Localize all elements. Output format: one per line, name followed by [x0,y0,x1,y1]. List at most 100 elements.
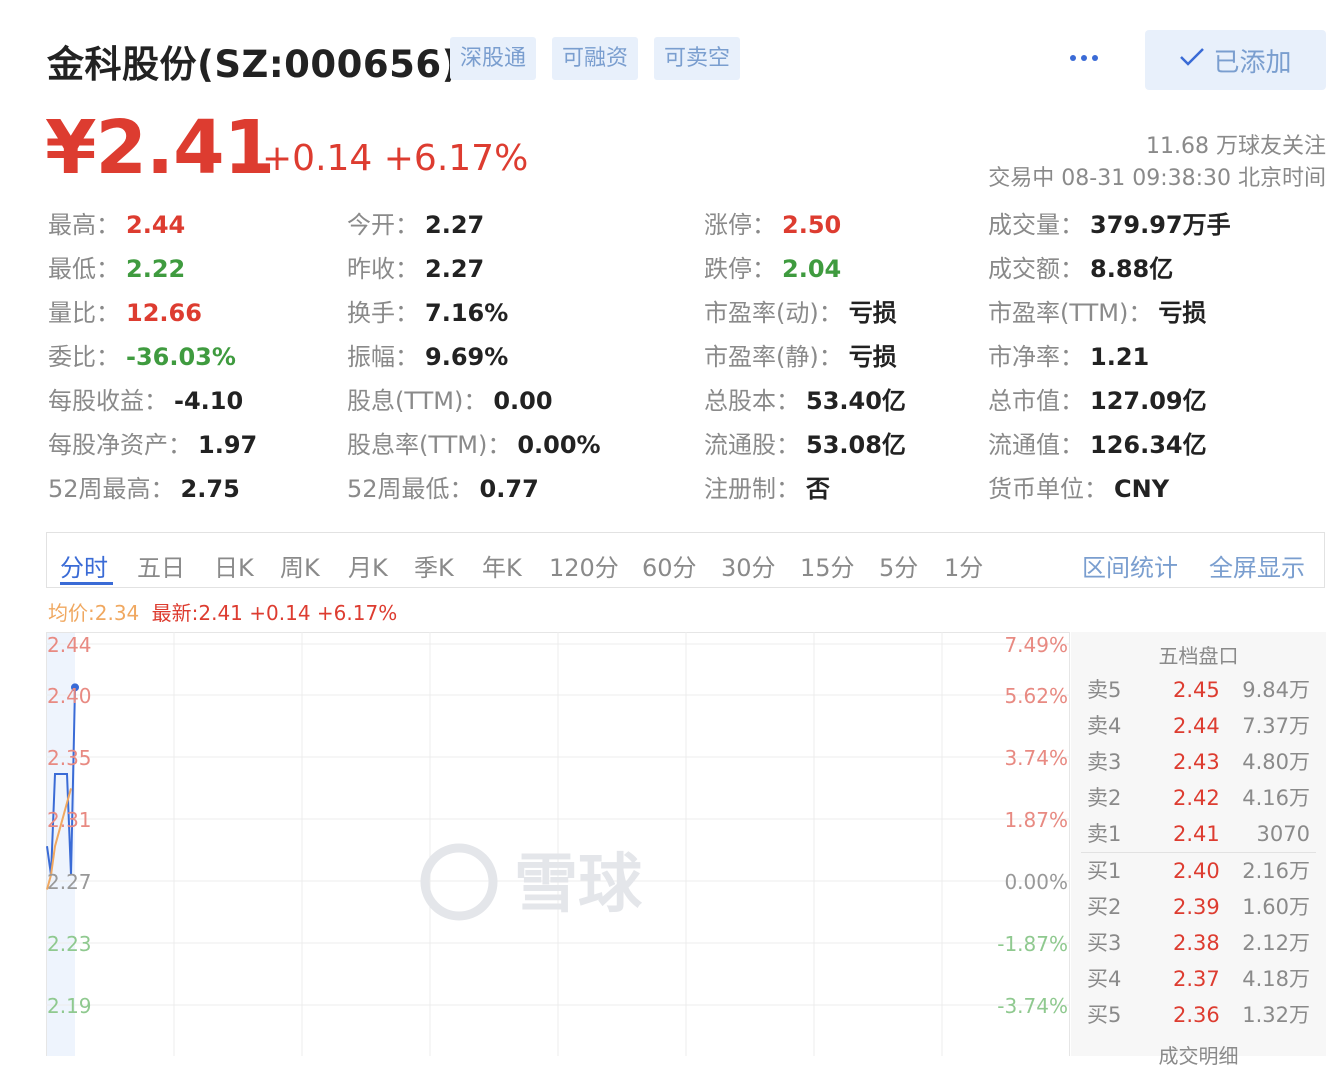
stat-label: 流通股 [704,431,776,459]
stat-separator: ： [395,343,419,371]
stat-separator: ： [818,343,843,371]
orderbook-volume: 2.16万 [1242,859,1310,883]
orderbook-level: 卖5 [1087,678,1122,702]
tab-10[interactable]: 15分 [800,548,855,583]
y-tick-left: 2.35 [47,746,92,770]
tab-7[interactable]: 120分 [549,548,619,583]
fullscreen-link[interactable]: 全屏显示 [1209,548,1305,583]
stat-separator: ： [776,387,800,415]
orderbook-price: 2.36 [1173,1003,1220,1027]
orderbook-level: 买5 [1087,1003,1122,1027]
stat-label: 52周最高 [48,475,151,503]
stat-label: 市盈率(动) [704,299,819,327]
orderbook-volume: 1.32万 [1242,1003,1310,1027]
stat-value: -36.03% [126,343,236,371]
stat-separator: ： [1060,255,1084,283]
y-tick-left: 2.27 [47,870,92,894]
stat-value: 亏损 [848,343,897,371]
stat-item: 总市值： 127.09亿 [988,384,1207,418]
stat-value: 亏损 [848,299,897,327]
orderbook-row: 买4 2.37 4.18万 [1071,961,1326,997]
tab-12[interactable]: 1分 [944,548,983,583]
orderbook-level: 买2 [1087,895,1122,919]
tab-0[interactable]: 分时 [60,548,108,583]
followers-count: 11.68 万球友关注 [1146,134,1326,159]
orderbook-volume: 4.80万 [1242,750,1310,774]
orderbook-level: 卖2 [1087,786,1122,810]
orderbook-row: 买1 2.40 2.16万 [1071,853,1326,889]
stat-item: 注册制：否 [704,472,830,506]
stat-value: 2.75 [180,475,240,503]
stat-label: 每股净资产 [48,431,168,459]
stat-item: 跌停： 2.04 [704,252,841,286]
y-tick-right: 0.00% [1004,870,1068,894]
stat-item: 市净率： 1.21 [988,340,1149,374]
stat-item: 流通值： 126.34亿 [988,428,1207,462]
y-tick-left: 2.31 [47,808,92,832]
tab-4[interactable]: 月K [348,548,388,583]
tab-1[interactable]: 五日 [137,548,185,583]
tab-8[interactable]: 60分 [642,548,697,583]
stat-item: 成交量： 379.97万手 [988,208,1231,242]
y-tick-left: 2.19 [47,994,92,1018]
stat-item: 股息(TTM)： 0.00 [347,384,553,418]
stat-separator: ： [96,343,120,371]
stat-item: 市盈率(静)： 亏损 [704,340,897,374]
orderbook-volume: 4.16万 [1242,786,1310,810]
stat-value: 126.34亿 [1090,431,1207,459]
orderbook-price: 2.45 [1173,678,1220,702]
stat-item: 每股净资产： 1.97 [48,428,257,462]
stat-value: 2.27 [425,255,485,283]
stat-item: 股息率(TTM)： 0.00% [347,428,601,462]
stat-separator: ： [395,299,419,327]
stat-label: 委比 [48,343,96,371]
stat-label: 总市值 [988,387,1060,415]
trade-details-link[interactable]: 成交明细 [1071,1040,1326,1069]
chart-legend: 均价:2.34 最新:2.41 +0.14 +6.17% [48,597,397,626]
stat-item: 最低： 2.22 [48,252,185,286]
orderbook-volume: 9.84万 [1242,678,1310,702]
tab-5[interactable]: 季K [414,548,454,583]
stat-separator: ： [96,255,120,283]
stat-label: 成交额 [988,255,1060,283]
orderbook-level: 卖1 [1087,822,1122,846]
stat-value: 8.88亿 [1090,255,1174,283]
added-button[interactable]: 已添加 [1145,30,1326,90]
watermark-text: 雪球 [514,848,643,922]
stat-label: 股息率(TTM) [347,431,488,459]
tag-margin[interactable]: 可融资 [552,37,639,80]
stat-value: 0.77 [479,475,539,503]
stat-separator: ： [776,475,800,503]
tab-2[interactable]: 日K [214,548,254,583]
stat-separator: ： [96,299,120,327]
more-dots-icon[interactable] [1066,40,1102,76]
stat-label: 52周最低 [347,475,450,503]
stat-separator: ： [1128,299,1153,327]
orderbook-price: 2.37 [1173,967,1220,991]
stat-value: 2.50 [782,211,842,239]
stat-label: 最高 [48,211,96,239]
y-tick-left: 2.44 [47,633,92,657]
tab-9[interactable]: 30分 [721,548,776,583]
tab-11[interactable]: 5分 [879,548,918,583]
stat-value: 9.69% [425,343,509,371]
stat-separator: ： [752,211,776,239]
stat-separator: ： [1060,343,1084,371]
stat-separator: ： [776,431,800,459]
stat-value: 379.97万手 [1090,211,1231,239]
tab-3[interactable]: 周K [280,548,320,583]
orderbook-price: 2.41 [1173,822,1220,846]
tag-shenguotong[interactable]: 深股通 [450,37,537,80]
range-stats-link[interactable]: 区间统计 [1082,548,1178,583]
stat-label: 总股本 [704,387,776,415]
added-label: 已添加 [1213,47,1292,78]
stat-item: 委比： -36.03% [48,340,236,374]
stat-separator: ： [1060,387,1084,415]
stat-value: CNY [1114,475,1170,503]
y-tick-right: -3.74% [997,994,1068,1018]
tag-short-sell[interactable]: 可卖空 [654,37,741,80]
stat-value: 2.04 [782,255,842,283]
orderbook-row: 卖3 2.43 4.80万 [1071,744,1326,780]
tab-6[interactable]: 年K [482,548,522,583]
intraday-chart[interactable]: 雪球 2.44 2.40 2.35 2.31 2.27 2.23 2.19 7.49% 5.62%… [46,632,1070,1056]
